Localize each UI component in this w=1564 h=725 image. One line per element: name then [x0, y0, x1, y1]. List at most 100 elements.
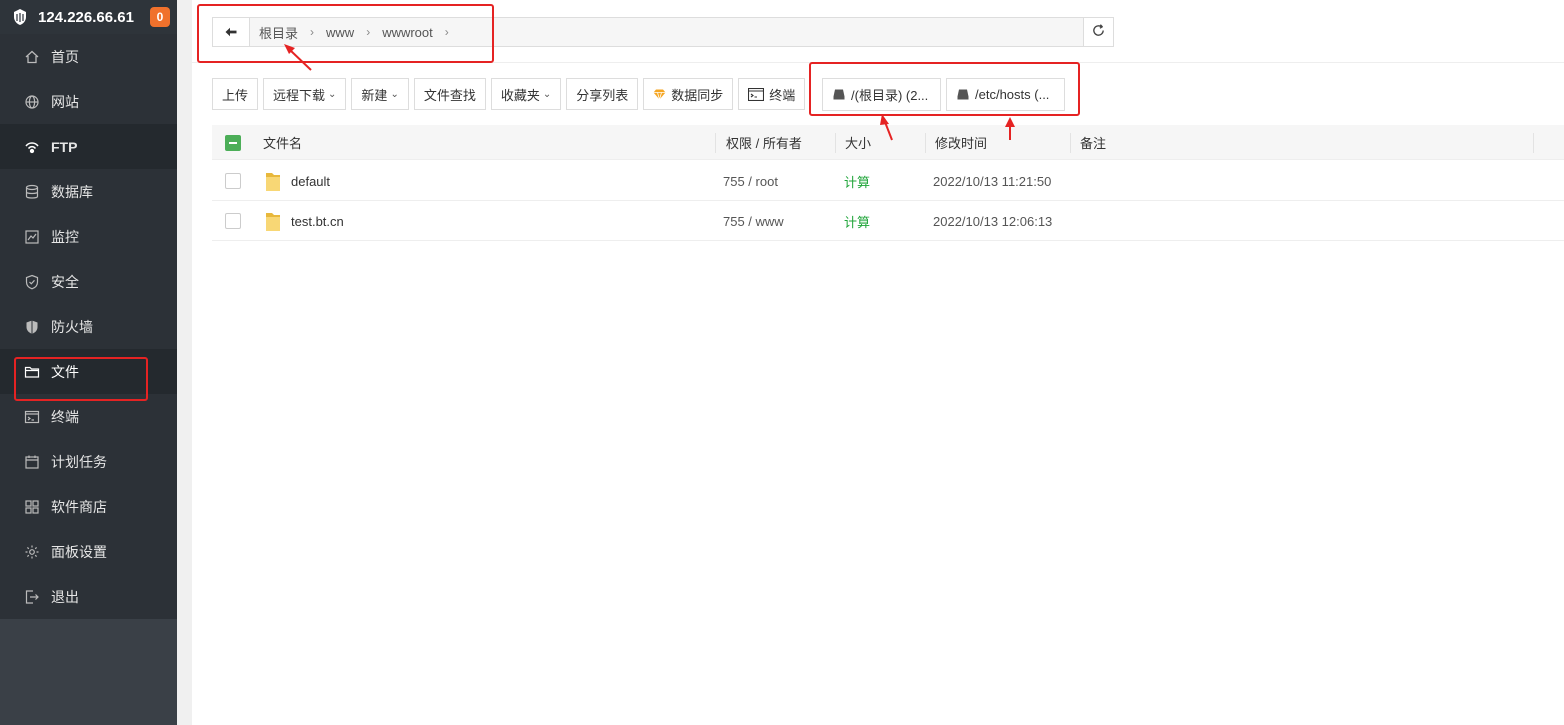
back-button[interactable] — [213, 18, 250, 46]
sidebar-item-label: 终端 — [51, 408, 79, 425]
chevron-down-icon: ⌄ — [328, 88, 337, 100]
favorites-label: 收藏夹 — [500, 87, 540, 103]
file-manager: 根目录 › www › wwwroot › 上传 远程下载 ⌄ 新建 ⌄ 文件查找 … — [192, 0, 1564, 725]
database-icon — [24, 184, 40, 200]
calendar-icon — [24, 454, 40, 470]
message-count-badge[interactable]: 0 — [150, 7, 170, 27]
disk-label: /(根目录) (2... — [851, 88, 929, 103]
folder-icon — [265, 201, 281, 241]
data-sync-label: 数据同步 — [671, 87, 724, 103]
calculate-size-link[interactable]: 计算 — [844, 161, 870, 201]
sidebar-item-label: 监控 — [51, 228, 79, 245]
sidebar-item-security[interactable]: 安全 — [0, 259, 177, 304]
sidebar-item-ftp[interactable]: FTP — [0, 124, 177, 169]
breadcrumb-www[interactable]: www — [320, 25, 360, 40]
header-mtime[interactable]: 修改时间 — [935, 125, 987, 160]
sidebar-item-home[interactable]: 首页 — [0, 34, 177, 79]
grid-icon — [24, 499, 40, 515]
file-table-header: 文件名 权限 / 所有者 大小 修改时间 备注 — [212, 125, 1564, 160]
column-divider — [925, 133, 926, 153]
path-bar: 根目录 › www › wwwroot › — [212, 17, 1114, 47]
table-row[interactable]: test.bt.cn 755 / www 计算 2022/10/13 12:06… — [212, 201, 1564, 241]
disk-icon — [833, 89, 845, 100]
select-all-checkbox[interactable] — [225, 134, 241, 151]
disk-icon — [957, 89, 969, 100]
firewall-icon — [24, 319, 40, 335]
ftp-icon — [24, 139, 40, 155]
sidebar-item-monitor[interactable]: 监控 — [0, 214, 177, 259]
home-icon — [24, 49, 40, 65]
breadcrumb-root[interactable]: 根目录 — [253, 23, 304, 42]
sidebar-item-software-store[interactable]: 软件商店 — [0, 484, 177, 529]
file-name[interactable]: default — [291, 161, 330, 201]
new-button[interactable]: 新建 ⌄ — [351, 78, 409, 110]
sidebar-item-label: 退出 — [51, 588, 79, 605]
file-name[interactable]: test.bt.cn — [291, 201, 344, 241]
chevron-down-icon: ⌄ — [390, 88, 399, 100]
breadcrumb: 根目录 › www › wwwroot › — [253, 23, 455, 42]
select-all-cell — [225, 125, 241, 160]
diamond-icon — [653, 89, 666, 100]
arrow-left-icon — [225, 25, 237, 40]
remote-download-button[interactable]: 远程下载 ⌄ — [263, 78, 347, 110]
new-label: 新建 — [361, 87, 388, 103]
sidebar-item-label: 数据库 — [51, 183, 93, 200]
column-divider — [1070, 133, 1071, 153]
refresh-button[interactable] — [1083, 17, 1114, 47]
header-permission[interactable]: 权限 / 所有者 — [726, 125, 802, 160]
file-search-label: 文件查找 — [423, 87, 476, 103]
share-list-button[interactable]: 分享列表 — [566, 78, 639, 110]
column-divider — [715, 133, 716, 153]
sidebar-item-terminal[interactable]: 终端 — [0, 394, 177, 439]
sidebar-item-label: 软件商店 — [51, 498, 107, 515]
sidebar-item-website[interactable]: 网站 — [0, 79, 177, 124]
share-list-label: 分享列表 — [576, 87, 629, 103]
header-size[interactable]: 大小 — [845, 125, 871, 160]
upload-label: 上传 — [222, 87, 249, 103]
row-checkbox[interactable] — [225, 213, 241, 229]
file-permission[interactable]: 755 / root — [723, 161, 778, 201]
header-note: 备注 — [1080, 136, 1107, 151]
sidebar-item-files[interactable]: 文件 — [0, 349, 177, 394]
terminal-label: 终端 — [769, 87, 796, 103]
file-permission[interactable]: 755 / www — [723, 201, 784, 241]
table-row[interactable]: default 755 / root 计算 2022/10/13 11:21:5… — [212, 161, 1564, 201]
sidebar-item-label: 面板设置 — [51, 543, 107, 560]
globe-icon — [24, 94, 40, 110]
sidebar-item-panel-settings[interactable]: 面板设置 — [0, 529, 177, 574]
chevron-right-icon: › — [310, 25, 315, 39]
sidebar-item-label: 防火墙 — [51, 318, 93, 335]
data-sync-button[interactable]: 数据同步 — [643, 78, 734, 110]
file-mtime: 2022/10/13 12:06:13 — [933, 213, 1053, 229]
server-ip: 124.226.66.61 — [38, 8, 134, 26]
sidebar-item-label: FTP — [51, 138, 78, 155]
disk-button-root[interactable]: /(根目录) (2... — [822, 78, 941, 111]
sidebar-item-cron[interactable]: 计划任务 — [0, 439, 177, 484]
terminal-button[interactable]: 终端 — [738, 78, 806, 110]
terminal-icon — [24, 409, 40, 425]
disk-button-hosts[interactable]: /etc/hosts (... — [946, 78, 1065, 111]
row-checkbox[interactable] — [225, 173, 241, 189]
sidebar-item-logout[interactable]: 退出 — [0, 574, 177, 619]
calculate-size-link[interactable]: 计算 — [844, 201, 870, 241]
row-checkbox-cell — [225, 201, 241, 241]
favorites-button[interactable]: 收藏夹 ⌄ — [490, 78, 562, 110]
gear-icon — [24, 544, 40, 560]
sidebar-item-label: 首页 — [51, 48, 79, 65]
chevron-right-icon: › — [366, 25, 371, 39]
sidebar-item-label: 安全 — [51, 273, 79, 290]
sidebar-item-database[interactable]: 数据库 — [0, 169, 177, 214]
sidebar-item-label: 计划任务 — [51, 453, 107, 470]
refresh-icon — [1091, 23, 1106, 41]
monitor-icon — [24, 229, 40, 245]
folder-icon — [265, 161, 281, 201]
toolbar: 上传 远程下载 ⌄ 新建 ⌄ 文件查找 收藏夹 ⌄ 分享列表 数据同步 终端 — [212, 78, 810, 110]
upload-button[interactable]: 上传 — [212, 78, 259, 110]
file-search-button[interactable]: 文件查找 — [413, 78, 486, 110]
sidebar-item-firewall[interactable]: 防火墙 — [0, 304, 177, 349]
file-mtime: 2022/10/13 11:21:50 — [933, 173, 1052, 189]
sidebar-header: 124.226.66.61 0 — [0, 0, 177, 34]
column-divider — [1533, 133, 1534, 153]
header-name[interactable]: 文件名 — [263, 125, 302, 160]
breadcrumb-wwwroot[interactable]: wwwroot — [376, 25, 439, 40]
